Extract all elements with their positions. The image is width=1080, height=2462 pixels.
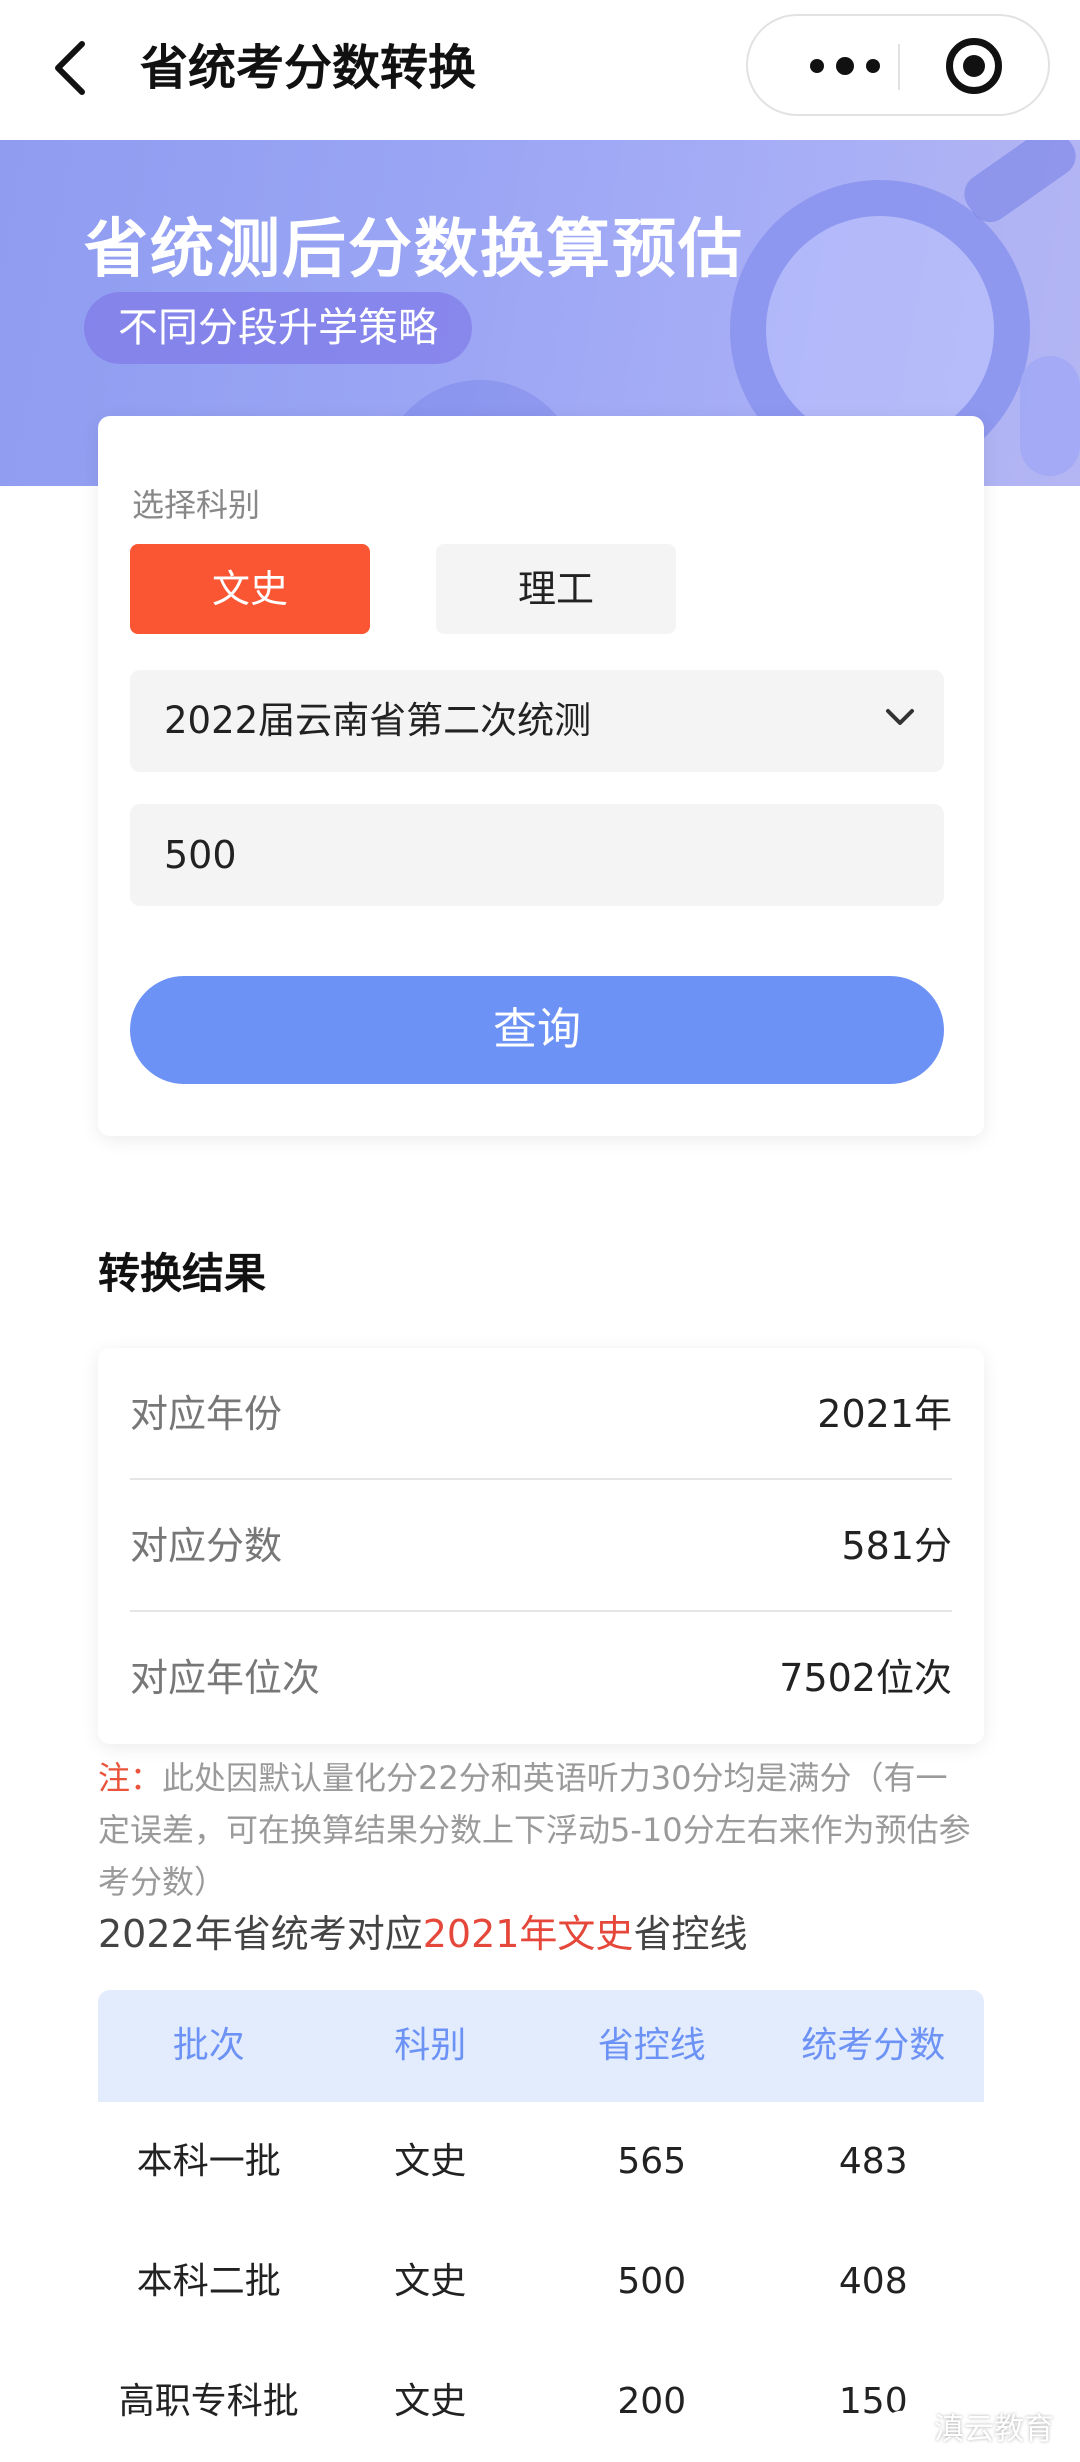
table-cell: 500: [617, 2261, 687, 2302]
table-cell: 483: [838, 2141, 908, 2182]
result-row-rank: 对应年位次 7502位次: [130, 1612, 952, 1744]
wechat-icon: [886, 2410, 925, 2441]
table-cell: 200: [617, 2381, 687, 2422]
result-key: 对应分数: [130, 1524, 283, 1568]
capsule-divider: [898, 44, 900, 90]
result-section-title: 转换结果: [98, 1249, 267, 1298]
close-target-icon[interactable]: [946, 38, 1002, 94]
column-header: 科别: [394, 2025, 467, 2066]
subtitle-highlight: 2021年文史: [422, 1912, 634, 1956]
subtitle-suffix: 省控线: [633, 1912, 748, 1956]
subject-option-wenshi[interactable]: 文史: [130, 544, 370, 634]
table-cell: 文史: [394, 2141, 467, 2182]
table-cell: 文史: [394, 2381, 467, 2422]
table-cell: 565: [617, 2141, 687, 2182]
result-value: 581分: [841, 1524, 952, 1568]
column-header: 省控线: [597, 2025, 706, 2066]
chevron-down-icon: [886, 709, 914, 725]
result-value: 7502位次: [779, 1656, 952, 1700]
back-arrow-icon[interactable]: [48, 38, 92, 98]
table-cell: 408: [838, 2261, 908, 2302]
control-line-table: 批次 科别 省控线 统考分数 本科一批 文史 565 483 本科二批 文史 5…: [98, 1990, 984, 2462]
table-row: 本科二批 文史 500 408: [98, 2222, 984, 2342]
table-row: 本科一批 文史 565 483: [98, 2102, 984, 2222]
table-cell: 本科二批: [136, 2261, 281, 2302]
mini-program-capsule: [746, 14, 1050, 116]
table-header: 批次 科别 省控线 统考分数: [98, 1990, 984, 2102]
query-form-card: 选择科别 文史 理工 2022届云南省第二次统测 查询: [98, 416, 984, 1136]
subtitle-prefix: 2022年省统考对应: [98, 1912, 423, 1956]
column-header: 统考分数: [801, 2025, 946, 2066]
result-key: 对应年份: [130, 1392, 283, 1436]
exam-select-value: 2022届云南省第二次统测: [164, 699, 592, 742]
table-cell: 高职专科批: [118, 2381, 299, 2422]
banner-title: 省统测后分数换算预估: [84, 213, 744, 287]
exam-select[interactable]: 2022届云南省第二次统测: [130, 670, 944, 772]
watermark-text: 滇云教育: [934, 2412, 1054, 2447]
control-line-subtitle: 2022年省统考对应2021年文史省控线: [98, 1904, 747, 1964]
more-options-icon[interactable]: [790, 16, 900, 116]
page-title: 省统考分数转换: [140, 40, 477, 96]
result-row-score: 对应分数 581分: [130, 1480, 952, 1612]
result-row-year: 对应年份 2021年: [130, 1348, 952, 1480]
navigation-bar: 省统考分数转换: [0, 0, 1080, 140]
table-cell: 本科一批: [136, 2141, 281, 2182]
watermark: 滇云教育: [886, 2404, 1054, 2448]
disclaimer-note: 注：此处因默认量化分22分和英语听力30分均是满分（有一定误差，可在换算结果分数…: [98, 1752, 978, 1908]
result-key: 对应年位次: [130, 1656, 321, 1700]
table-row: 高职专科批 文史 200 150: [98, 2342, 984, 2462]
subject-option-ligong[interactable]: 理工: [436, 544, 676, 634]
table-cell: 文史: [394, 2261, 467, 2302]
result-value: 2021年: [817, 1392, 952, 1436]
result-card: 对应年份 2021年 对应分数 581分 对应年位次 7502位次: [98, 1348, 984, 1744]
column-header: 批次: [172, 2025, 245, 2066]
banner-tag: 不同分段升学策略: [84, 292, 472, 364]
subject-label: 选择科别: [132, 486, 261, 524]
score-input[interactable]: [130, 804, 944, 906]
query-button[interactable]: 查询: [130, 976, 944, 1084]
banner-decoration: [1020, 356, 1080, 476]
note-label: 注：: [98, 1759, 163, 1797]
note-text: 此处因默认量化分22分和英语听力30分均是满分（有一定误差，可在换算结果分数上下…: [98, 1759, 971, 1901]
